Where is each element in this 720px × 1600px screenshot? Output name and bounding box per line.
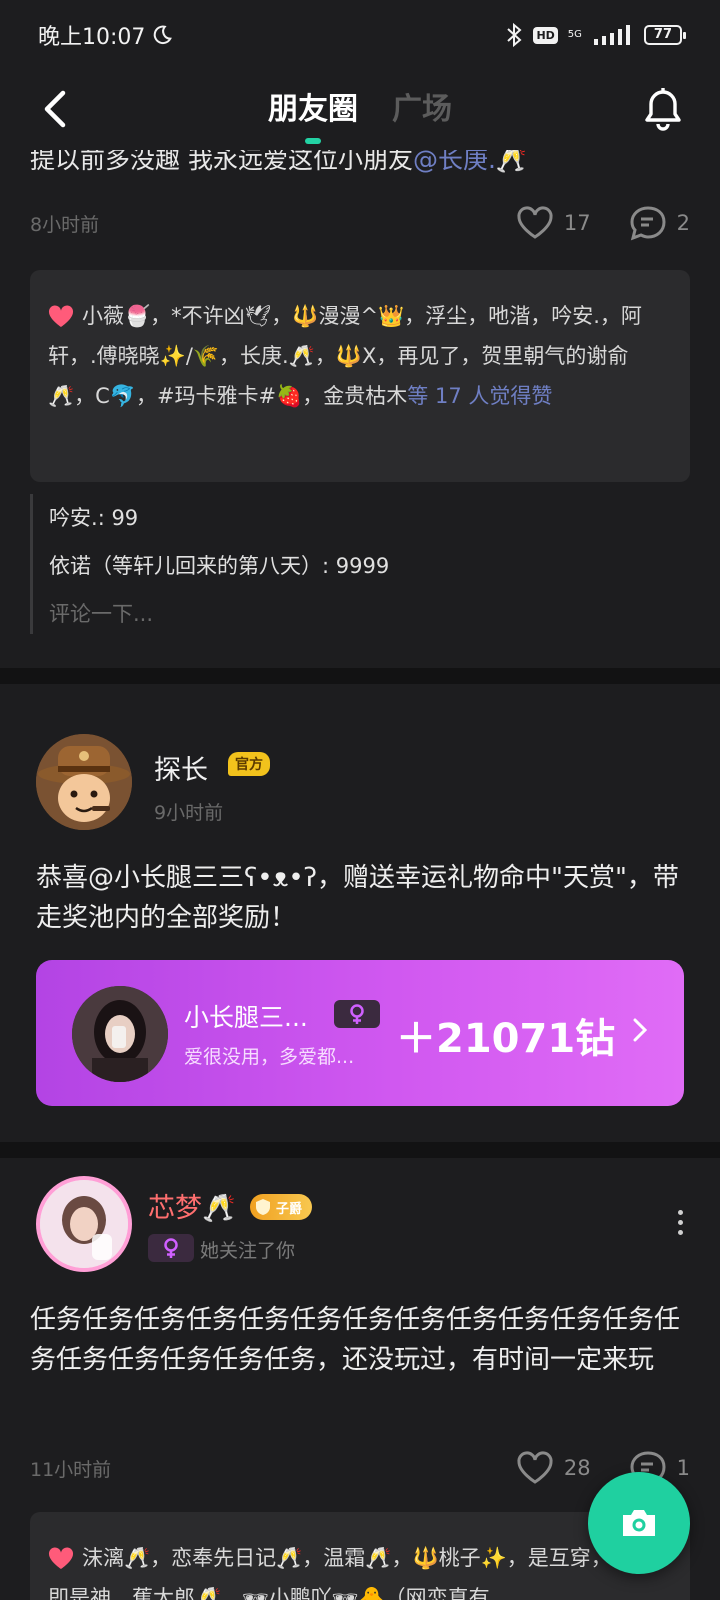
comment-text: : 9999 — [322, 554, 390, 578]
section-divider — [0, 668, 720, 684]
camera-post-button[interactable] — [588, 1472, 690, 1574]
rank-badge-label: 子爵 — [276, 1201, 303, 1217]
comment-input[interactable]: 评论一下... — [49, 590, 389, 638]
comment-item[interactable]: 依诺（等轩儿回来的第八天）: 9999 — [49, 542, 389, 590]
moon-icon — [154, 25, 173, 45]
post-time: 11小时前 — [30, 1458, 112, 1481]
section-divider — [0, 1142, 720, 1158]
gender-badge — [148, 1234, 194, 1262]
post-author-name[interactable]: 探长 — [154, 748, 208, 787]
post-meta-row: 8小时前 17 2 — [30, 205, 690, 241]
avatar[interactable] — [36, 734, 132, 830]
tab-moments-label: 朋友圈 — [268, 92, 358, 127]
gender-badge — [334, 1000, 380, 1028]
like-button[interactable]: 17 — [516, 206, 591, 240]
follow-status: 她关注了你 — [200, 1240, 296, 1262]
like-count: 28 — [563, 1456, 591, 1480]
female-icon — [164, 1238, 178, 1258]
winner-avatar-image — [72, 986, 168, 1082]
top-nav: 朋友圈 广场 — [0, 70, 720, 150]
post-author-name[interactable]: 芯梦🥂 — [148, 1186, 236, 1225]
signal-icon — [593, 25, 630, 45]
official-badge: 官方 — [228, 752, 270, 776]
post-time: 9小时前 — [154, 802, 224, 824]
notifications-button[interactable] — [636, 82, 690, 136]
hd-icon: HD — [533, 26, 558, 44]
detective-avatar-icon — [36, 734, 132, 830]
more-options-button[interactable] — [670, 1202, 690, 1242]
more-vertical-icon — [677, 1209, 683, 1215]
post-text: 恭喜@小长腿三三ʕ•ᴥ•ʔ，赠送幸运礼物命中"天赏"，带走奖池内的全部奖励！ — [36, 863, 679, 933]
likers-more-link[interactable]: 等 17 人觉得赞 — [407, 384, 552, 408]
bluetooth-icon — [507, 22, 522, 48]
tab-square-label: 广场 — [392, 92, 452, 127]
comment-count: 1 — [676, 1456, 690, 1480]
avatar[interactable] — [36, 1176, 132, 1272]
tab-moments[interactable]: 朋友圈 — [268, 84, 358, 144]
winner-name: 小长腿三... — [184, 1003, 308, 1032]
post-time: 8小时前 — [30, 213, 100, 236]
heart-filled-icon — [48, 305, 74, 327]
status-bar: 晚上10:07 HD 5G 77 — [0, 0, 720, 70]
comment-count: 2 — [676, 211, 690, 235]
female-icon — [350, 1004, 364, 1024]
bell-icon — [645, 88, 681, 131]
comment-icon — [630, 206, 666, 241]
likers-list[interactable]: 沫漓🥂，恋奉先日记🥂，温霜🥂，🔱桃子✨，是互穿，🔱劫即是神，蕉太郎🥂，🕶小鹏吖🕶… — [48, 1546, 659, 1600]
prize-amount: ＋21071钻 — [396, 1016, 616, 1062]
rank-badge: 子爵 — [250, 1194, 313, 1220]
battery-indicator: 77 — [643, 25, 687, 45]
post-text: 任务任务任务任务任务任务任务任务任务任务任务任务任务任务任务任务任务任务，还没玩… — [30, 1305, 681, 1375]
comment-item[interactable]: 吟安.: 99 — [49, 494, 389, 542]
like-button[interactable]: 28 — [516, 1451, 591, 1485]
heart-icon — [517, 1451, 553, 1484]
comment-text: : 99 — [97, 506, 139, 530]
comment-button[interactable]: 2 — [629, 205, 690, 241]
post-meta-row: 11小时前 28 1 — [30, 1450, 690, 1486]
prize-card[interactable]: 小长腿三... 爱很没用，多爱都... ＋21071钻 — [36, 960, 684, 1106]
comment-author[interactable]: 依诺（等轩儿回来的第八天） — [49, 554, 322, 578]
tab-square[interactable]: 广场 — [392, 84, 452, 128]
rank-shield-icon — [256, 1199, 270, 1215]
chevron-right-icon — [633, 1018, 648, 1042]
like-count: 17 — [563, 211, 591, 235]
user-avatar-image — [40, 1180, 128, 1268]
winner-signature: 爱很没用，多爱都... — [184, 1046, 355, 1068]
likers-list[interactable]: 小薇🍧，*不许凶🕊，🔱漫漫^👑，浮尘，吔湝，吟安.，阿轩，.傅晓晓✨/🌾，长庚.… — [48, 304, 642, 408]
network-5g-icon: 5G — [567, 29, 582, 40]
status-time: 晚上10:07 — [38, 25, 146, 50]
heart-icon — [517, 206, 553, 239]
comments-list: 吟安.: 99 依诺（等轩儿回来的第八天）: 9999 评论一下... — [30, 494, 389, 634]
likers-box: 小薇🍧，*不许凶🕊，🔱漫漫^👑，浮尘，吔湝，吟安.，阿轩，.傅晓晓✨/🌾，长庚.… — [30, 270, 690, 482]
winner-avatar[interactable] — [72, 986, 168, 1082]
heart-filled-icon — [48, 1547, 74, 1569]
comment-author[interactable]: 吟安. — [49, 506, 98, 530]
camera-icon — [623, 1510, 655, 1536]
tab-active-indicator — [305, 138, 321, 144]
